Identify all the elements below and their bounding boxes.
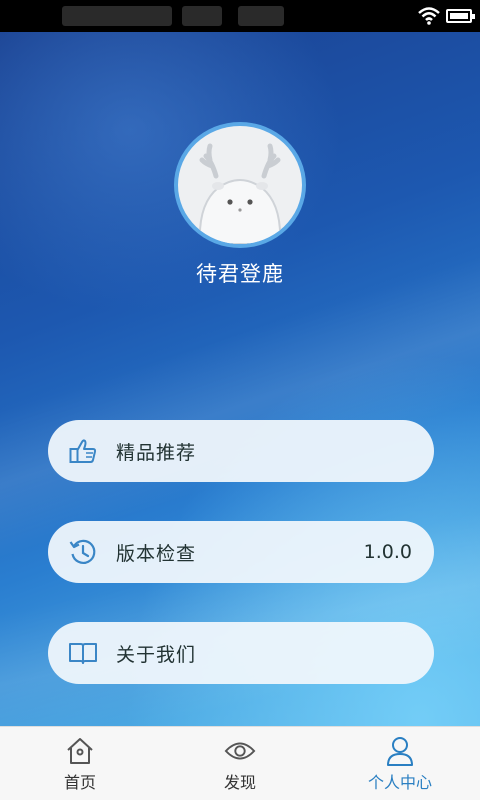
status-text-redacted [238, 6, 284, 26]
tab-discover[interactable]: 发现 [160, 727, 320, 800]
history-icon [68, 537, 98, 567]
tab-home[interactable]: 首页 [0, 727, 160, 800]
battery-icon [446, 9, 475, 23]
person-icon [384, 737, 416, 766]
menu-item-label: 精品推荐 [116, 441, 197, 464]
tab-label: 发现 [223, 773, 256, 792]
tab-label: 个人中心 [367, 773, 432, 792]
menu-item-version-check[interactable]: 版本检查 1.0.0 [48, 521, 434, 583]
thumbs-up-icon [68, 436, 98, 466]
tab-label: 首页 [63, 773, 96, 792]
home-icon [64, 737, 96, 765]
menu-item-recommended[interactable]: 精品推荐 [48, 420, 434, 482]
menu-item-about-us[interactable]: 关于我们 [48, 622, 434, 684]
tab-profile[interactable]: 个人中心 [320, 727, 480, 800]
username: 待君登鹿 [196, 262, 284, 286]
status-text-redacted [182, 6, 222, 26]
status-text-redacted [62, 6, 172, 26]
version-number: 1.0.0 [363, 541, 412, 563]
bottom-tab-bar: 首页 发现 个人中心 [0, 726, 480, 800]
background-streak [0, 240, 480, 560]
eye-icon [224, 737, 256, 765]
profile-screen: 待君登鹿 精品推荐 版本检查 1.0.0 关于我们 首页 发现 个人中心 [0, 0, 480, 800]
menu-item-label: 关于我们 [116, 643, 197, 666]
menu-item-label: 版本检查 [116, 542, 197, 565]
wifi-icon [418, 7, 440, 25]
book-icon [68, 638, 98, 668]
status-bar [0, 0, 480, 32]
avatar[interactable] [174, 122, 306, 248]
deer-avatar-icon [198, 143, 282, 244]
